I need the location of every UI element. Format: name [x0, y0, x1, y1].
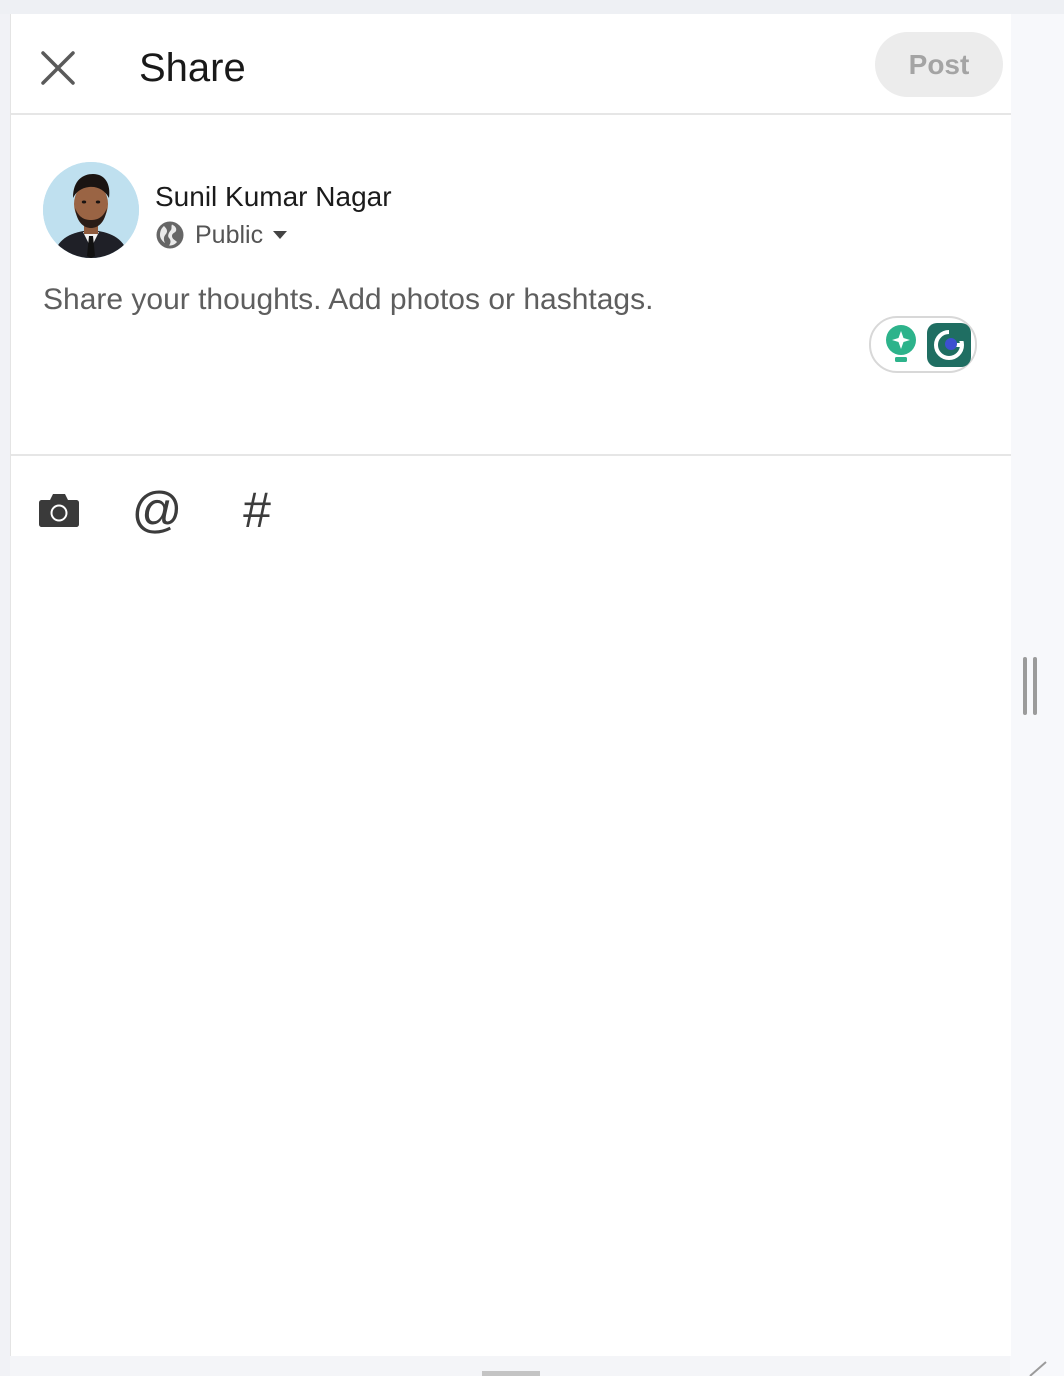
- composer-placeholder: Share your thoughts. Add photos or hasht…: [43, 283, 654, 316]
- grammarly-widget[interactable]: [869, 316, 977, 373]
- hashtag-icon: #: [243, 482, 271, 538]
- window-top-strip: [0, 0, 1064, 14]
- caret-down-icon: [271, 229, 289, 241]
- add-photo-button[interactable]: [35, 486, 83, 534]
- camera-icon: [39, 494, 79, 527]
- dialog-title: Share: [139, 46, 246, 90]
- author-name: Sunil Kumar Nagar: [155, 181, 392, 212]
- mention-icon: @: [131, 482, 183, 538]
- composer-toolbar: @ #: [11, 474, 411, 544]
- grammarly-logo-icon[interactable]: [927, 322, 971, 367]
- composer-divider: [11, 454, 1011, 456]
- corner-resize-icon[interactable]: [1028, 1360, 1048, 1376]
- close-icon: [41, 51, 75, 85]
- post-button[interactable]: Post: [875, 32, 1003, 97]
- bottom-grip[interactable]: [482, 1371, 540, 1376]
- mention-button[interactable]: @: [131, 482, 183, 538]
- visibility-label: Public: [195, 221, 264, 249]
- hashtag-button[interactable]: #: [233, 482, 281, 538]
- panel-resize-handle[interactable]: [1023, 657, 1041, 717]
- dialog-header: Share Post: [11, 14, 1011, 115]
- window-left-strip: [0, 14, 10, 1376]
- visibility-dropdown[interactable]: Public: [155, 218, 289, 252]
- avatar: [43, 162, 139, 258]
- author-block: Sunil Kumar Nagar Public: [43, 162, 743, 262]
- grammarly-suggestion-icon[interactable]: [883, 323, 919, 367]
- globe-icon: [155, 220, 185, 250]
- close-button[interactable]: [37, 47, 79, 89]
- post-composer[interactable]: Share your thoughts. Add photos or hasht…: [43, 278, 973, 338]
- share-dialog: Share Post Sunil Kumar Nagar Public Shar…: [10, 14, 1011, 1356]
